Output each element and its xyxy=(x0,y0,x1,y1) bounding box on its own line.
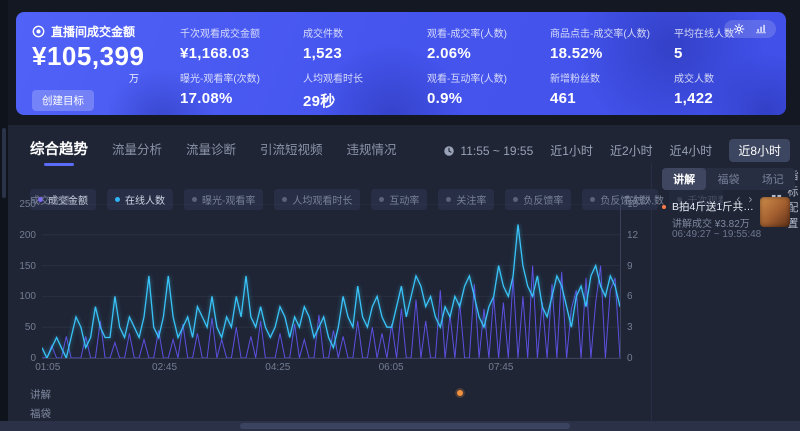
x-axis-tick: 02:45 xyxy=(152,362,177,373)
metric-cell: 人均观看时长 29秒 xyxy=(303,70,427,115)
x-axis-tick: 01:05 xyxy=(35,362,60,373)
axis-tick: 9 xyxy=(627,261,647,272)
axis-tick: 200 xyxy=(12,230,36,241)
axis-tick: 0 xyxy=(627,353,647,364)
range-1h-button[interactable]: 近1小时 xyxy=(550,142,593,159)
x-axis-tick: 07:45 xyxy=(488,362,513,373)
horizontal-scrollbar-handle[interactable] xyxy=(240,423,570,429)
primary-metric-label: 直播间成交金额 xyxy=(51,23,135,40)
range-2h-button[interactable]: 近2小时 xyxy=(610,142,653,159)
metric-cell: 商品点击-成交率(人数) 18.52% xyxy=(550,25,674,70)
target-icon xyxy=(32,25,45,38)
product-thumbnail[interactable] xyxy=(760,197,790,227)
x-axis-tick: 06:05 xyxy=(379,362,404,373)
series-dot-gray xyxy=(513,197,518,202)
create-goal-button[interactable]: 创建目标 xyxy=(32,90,94,111)
axis-tick: 3 xyxy=(627,322,647,333)
explain-deal-amount: 讲解成交 ¥3.82万 xyxy=(672,215,750,230)
primary-metric: 直播间成交金额 ¥105,399 万 创建目标 xyxy=(32,23,144,111)
axis-tick: 150 xyxy=(12,261,36,272)
axis-tick: 50 xyxy=(12,322,36,333)
panel-divider xyxy=(651,163,652,421)
primary-metric-value: ¥105,399 xyxy=(32,43,144,70)
time-range-display: 11:55 ~ 19:55 xyxy=(443,144,533,158)
time-controls: 11:55 ~ 19:55 近1小时 近2小时 近4小时 近8小时 xyxy=(443,139,790,162)
tab-short-video[interactable]: 引流短视频 xyxy=(260,139,323,158)
series-dot-blue xyxy=(115,197,120,202)
axis-tick: 12 xyxy=(627,230,647,241)
tab-violations[interactable]: 违规情况 xyxy=(347,139,397,158)
axis-tick: 250 xyxy=(12,199,36,210)
series-dot-gray xyxy=(379,197,384,202)
time-range-text: 11:55 ~ 19:55 xyxy=(460,144,533,158)
panel-tabs: 讲解 福袋 场记 xyxy=(662,168,795,190)
panel-tab-explain[interactable]: 讲解 xyxy=(662,168,706,190)
clock-icon xyxy=(443,145,455,157)
live-analytics-dashboard: { "hero": { "title": "直播间成交金额", "value":… xyxy=(0,0,800,431)
metric-cell: 千次观看成交金额 ¥1,168.03 xyxy=(180,25,303,70)
range-4h-button[interactable]: 近4小时 xyxy=(670,142,713,159)
series-left xyxy=(42,266,620,358)
metrics-grid: 千次观看成交金额 ¥1,168.03 成交件数 1,523 观看-成交率(人数)… xyxy=(180,25,786,115)
section-tabs: 综合趋势 流量分析 流量诊断 引流短视频 违规情况 xyxy=(30,138,397,159)
hero-metrics-card: 直播间成交金额 ¥105,399 万 创建目标 千次观看成交金额 ¥1,168.… xyxy=(16,12,786,115)
metric-cell: 成交件数 1,523 xyxy=(303,25,427,70)
metric-cell: 曝光-观看率(次数) 17.08% xyxy=(180,70,303,115)
metric-cell: 观看-成交率(人数) 2.06% xyxy=(427,25,550,70)
right-axis-line xyxy=(620,204,621,358)
marker-row-explain-label: 讲解 xyxy=(30,387,51,402)
trend-chart-plot[interactable] xyxy=(42,204,621,358)
chart-icon[interactable] xyxy=(755,23,767,35)
horizontal-scrollbar[interactable] xyxy=(0,421,800,431)
explain-marker-dot[interactable] xyxy=(457,390,463,396)
axis-tick: 0 xyxy=(12,353,36,364)
metric-cell: 观看-互动率(人数) 0.9% xyxy=(427,70,550,115)
tab-overall-trend[interactable]: 综合趋势 xyxy=(30,138,88,159)
product-title[interactable]: B拍4斤送1斤共35-4... xyxy=(672,199,756,214)
explain-time-range: 06:49:27 ~ 19:55:48 xyxy=(672,229,761,240)
panel-tab-luckybag[interactable]: 福袋 xyxy=(706,168,750,190)
series-dot-gray xyxy=(590,197,595,202)
window-edge-strip xyxy=(0,0,8,431)
marker-row-luckybag-label: 福袋 xyxy=(30,406,51,421)
axis-tick: 100 xyxy=(12,291,36,302)
tab-traffic-diagnosis[interactable]: 流量诊断 xyxy=(186,139,236,158)
axis-tick: 6 xyxy=(627,291,647,302)
hero-action-icons xyxy=(724,20,776,38)
x-axis-line xyxy=(42,358,621,359)
primary-metric-unit: 万 xyxy=(129,70,144,85)
explain-list-item[interactable]: B拍4斤送1斤共35-4... 讲解成交 ¥3.82万 06:49:27 ~ 1… xyxy=(660,199,796,245)
axis-tick: 15 xyxy=(627,199,647,210)
window-scrollbar-thumb[interactable] xyxy=(2,128,6,198)
metric-cell: 新增粉丝数 461 xyxy=(550,70,674,115)
metric-cell: 成交人数 1,422 xyxy=(674,70,786,115)
series-dot-gray xyxy=(192,197,197,202)
x-axis-tick: 04:25 xyxy=(265,362,290,373)
range-8h-button[interactable]: 近8小时 xyxy=(729,139,790,162)
series-dot-gray xyxy=(446,197,451,202)
panel-tab-log[interactable]: 场记 xyxy=(751,168,795,190)
tab-traffic-analysis[interactable]: 流量分析 xyxy=(112,139,162,158)
settings-icon[interactable] xyxy=(733,23,745,35)
live-dot-icon xyxy=(662,205,666,209)
series-dot-gray xyxy=(282,197,287,202)
